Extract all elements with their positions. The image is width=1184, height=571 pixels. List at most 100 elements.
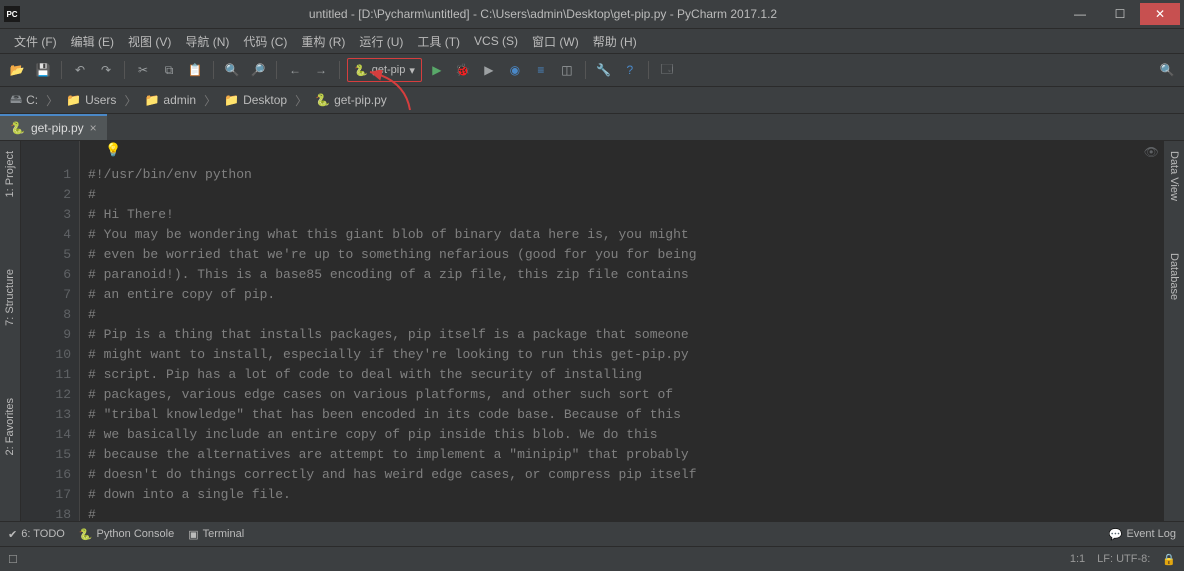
code-line: # <box>88 505 1155 521</box>
menu-code[interactable]: 代码 (C) <box>237 31 293 52</box>
lock-icon[interactable]: 🔒 <box>1162 553 1176 566</box>
tool-todo[interactable]: ✔6: TODO <box>8 528 65 541</box>
menu-help[interactable]: 帮助 (H) <box>587 31 643 52</box>
tool-dataview[interactable]: Data View <box>1166 145 1182 207</box>
run-with-coverage-icon[interactable]: ▶ <box>478 59 500 81</box>
line-number: 15 <box>21 445 71 465</box>
save-icon[interactable]: 💾 <box>32 59 54 81</box>
minimize-button[interactable]: — <box>1060 3 1100 25</box>
code-line: #!/usr/bin/env python <box>88 165 1155 185</box>
gutter: 123456789101112131415161718 <box>21 141 80 521</box>
line-number: 17 <box>21 485 71 505</box>
crumb-file[interactable]: 🐍get-pip.py <box>311 91 391 109</box>
line-number: 16 <box>21 465 71 485</box>
separator <box>276 61 277 79</box>
tool-favorites[interactable]: 2: Favorites <box>2 392 18 461</box>
terminal-icon: ▣ <box>188 528 198 541</box>
chevron-down-icon: ▾ <box>409 64 415 77</box>
left-tool-column: 1: Project 7: Structure 2: Favorites <box>0 141 21 521</box>
menu-window[interactable]: 窗口 (W) <box>526 31 585 52</box>
code-line: # even be worried that we're up to somet… <box>88 245 1155 265</box>
tool-eventlog[interactable]: 💬Event Log <box>1109 528 1176 541</box>
crumb-drive[interactable]: 🖴C: <box>6 88 42 113</box>
profile-icon[interactable]: ◫ <box>556 59 578 81</box>
editor[interactable]: 123456789101112131415161718 💡 #!/usr/bin… <box>21 141 1163 521</box>
stop-icon[interactable]: ≡ <box>530 59 552 81</box>
status-hide-icon[interactable]: ☐ <box>8 553 18 566</box>
run-icon[interactable]: ▶ <box>426 59 448 81</box>
folder-icon: 📁 <box>66 93 81 107</box>
cursor-position: 1:1 <box>1070 553 1085 566</box>
crumb-admin[interactable]: 📁admin <box>140 91 200 109</box>
bulb-icon[interactable]: 💡 <box>105 141 121 161</box>
chevron-right-icon: 〉 <box>204 92 216 109</box>
main-area: 1: Project 7: Structure 2: Favorites 123… <box>0 141 1184 521</box>
undo-icon[interactable]: ↶ <box>69 59 91 81</box>
separator <box>124 61 125 79</box>
menubar: 文件 (F) 编辑 (E) 视图 (V) 导航 (N) 代码 (C) 重构 (R… <box>0 29 1184 54</box>
inspections-eye-icon[interactable]: 👁 <box>1144 145 1159 159</box>
help-icon[interactable]: ? <box>619 59 641 81</box>
tab-get-pip[interactable]: 🐍 get-pip.py × <box>0 114 107 140</box>
tool-python-console[interactable]: 🐍Python Console <box>79 528 174 541</box>
separator <box>61 61 62 79</box>
search-everywhere-icon[interactable]: 🔍 <box>1156 59 1178 81</box>
back-icon[interactable]: ← <box>284 59 306 81</box>
separator <box>585 61 586 79</box>
line-number: 10 <box>21 345 71 365</box>
menu-run[interactable]: 运行 (U) <box>353 31 409 52</box>
sciview-icon[interactable]: 🗔 <box>656 59 678 81</box>
python-icon: 🐍 <box>315 93 330 107</box>
line-number: 3 <box>21 205 71 225</box>
tool-project[interactable]: 1: Project <box>2 145 18 203</box>
cut-icon[interactable]: ✂ <box>132 59 154 81</box>
maximize-button[interactable]: ☐ <box>1100 3 1140 25</box>
close-button[interactable]: ✕ <box>1140 3 1180 25</box>
tool-terminal[interactable]: ▣Terminal <box>188 528 244 541</box>
code-line: # Pip is a thing that installs packages,… <box>88 325 1155 345</box>
paste-icon[interactable]: 📋 <box>184 59 206 81</box>
tool-structure[interactable]: 7: Structure <box>2 263 18 332</box>
find-icon[interactable]: 🔍 <box>221 59 243 81</box>
crumb-desktop[interactable]: 📁Desktop <box>220 91 291 109</box>
chevron-right-icon: 〉 <box>46 92 58 109</box>
encoding: LF: UTF-8: <box>1097 553 1150 566</box>
debug-icon[interactable]: 🐞 <box>452 59 474 81</box>
code-area[interactable]: 💡 #!/usr/bin/env python## Hi There!# You… <box>80 141 1163 521</box>
forward-icon[interactable]: → <box>310 59 332 81</box>
code-line: # Hi There! <box>88 205 1155 225</box>
toolbar: 📂 💾 ↶ ↷ ✂ ⧉ 📋 🔍 🔎 ← → 🐍 get-pip ▾ ▶ 🐞 ▶ … <box>0 54 1184 87</box>
menu-navigate[interactable]: 导航 (N) <box>179 31 235 52</box>
folder-icon: 📁 <box>144 93 159 107</box>
line-number: 9 <box>21 325 71 345</box>
run-config-selector[interactable]: 🐍 get-pip ▾ <box>347 58 422 82</box>
menu-vcs[interactable]: VCS (S) <box>468 32 524 50</box>
open-icon[interactable]: 📂 <box>6 59 28 81</box>
right-tool-column: Data View Database <box>1163 141 1184 521</box>
python-icon: 🐍 <box>79 528 93 541</box>
close-tab-icon[interactable]: × <box>90 121 97 135</box>
line-number: 13 <box>21 405 71 425</box>
redo-icon[interactable]: ↷ <box>95 59 117 81</box>
menu-tools[interactable]: 工具 (T) <box>411 31 466 52</box>
settings-icon[interactable]: 🔧 <box>593 59 615 81</box>
menu-file[interactable]: 文件 (F) <box>8 31 63 52</box>
menu-view[interactable]: 视图 (V) <box>122 31 177 52</box>
chevron-right-icon: 〉 <box>295 92 307 109</box>
folder-icon: 📁 <box>224 93 239 107</box>
menu-refactor[interactable]: 重构 (R) <box>295 31 351 52</box>
code-line: # we basically include an entire copy of… <box>88 425 1155 445</box>
line-number: 6 <box>21 265 71 285</box>
menu-edit[interactable]: 编辑 (E) <box>65 31 120 52</box>
run-config-label: get-pip <box>372 64 406 76</box>
copy-icon[interactable]: ⧉ <box>158 59 180 81</box>
replace-icon[interactable]: 🔎 <box>247 59 269 81</box>
attach-icon[interactable]: ◉ <box>504 59 526 81</box>
editor-tabs: 🐍 get-pip.py × <box>0 114 1184 141</box>
line-number: 5 <box>21 245 71 265</box>
app-icon: PC <box>4 6 20 22</box>
bottom-toolbar: ✔6: TODO 🐍Python Console ▣Terminal 💬Even… <box>0 521 1184 546</box>
tool-database[interactable]: Database <box>1166 247 1182 306</box>
line-number: 7 <box>21 285 71 305</box>
crumb-users[interactable]: 📁Users <box>62 91 120 109</box>
